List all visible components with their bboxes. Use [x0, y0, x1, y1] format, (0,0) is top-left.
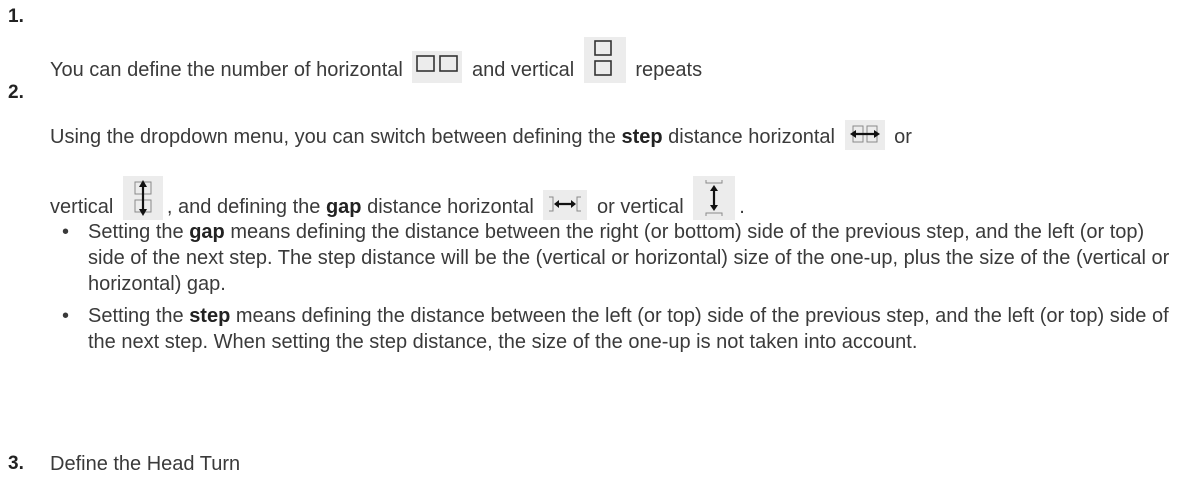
document-page: 1. You can define the number of horizont… — [0, 0, 1191, 486]
bullet-2-keyword: step — [189, 305, 231, 327]
step-1-number: 1. — [8, 6, 24, 27]
vertical-step-icon — [122, 176, 163, 220]
bullet-1-post: means defining the distance between the … — [88, 221, 1170, 295]
list-item: Setting the gap means defining the dista… — [50, 219, 1180, 297]
step-2-line-2-d: or vertical — [596, 196, 684, 218]
step-2-number: 2. — [8, 82, 24, 103]
step-2-bullet-list: Setting the gap means defining the dista… — [50, 219, 1180, 361]
step-3-number: 3. — [8, 453, 24, 474]
step-2-gap-keyword: gap — [325, 196, 362, 218]
step-1-text-a: You can define the number of horizontal — [50, 59, 403, 81]
step-1-text: You can define the number of horizontal … — [50, 37, 702, 83]
horizontal-repeat-icon — [412, 51, 463, 83]
horizontal-gap-icon — [543, 190, 588, 220]
step-2-line-1-a: Using the dropdown menu, you can switch … — [50, 126, 616, 148]
vertical-repeat-icon — [583, 37, 626, 83]
step-2-line-2-b: , and defining the — [166, 196, 321, 218]
step-2-line-2: vertical , and defining the gap distance… — [50, 176, 745, 220]
bullet-1-keyword: gap — [189, 221, 225, 243]
step-2-line-2-e: . — [739, 196, 745, 218]
step-2-line-1-b: distance horizontal — [668, 126, 835, 148]
step-2-line-1: Using the dropdown menu, you can switch … — [50, 120, 912, 150]
horizontal-step-icon — [844, 120, 885, 150]
bullet-1-pre: Setting the — [88, 221, 184, 243]
step-2-line-1-c: or — [894, 126, 912, 148]
bullet-2-post: means defining the distance between the … — [88, 305, 1169, 353]
list-item: Setting the step means defining the dist… — [50, 303, 1180, 355]
step-2-step-keyword: step — [621, 126, 663, 148]
step-3-text: Define the Head Turn — [50, 453, 241, 475]
step-2-line-2-c: distance horizontal — [367, 196, 534, 218]
step-1-text-c: repeats — [635, 59, 703, 81]
vertical-gap-icon — [693, 176, 736, 220]
step-2-line-2-a: vertical — [50, 196, 114, 218]
step-1-text-b: and vertical — [471, 59, 575, 81]
bullet-2-pre: Setting the — [88, 305, 184, 327]
